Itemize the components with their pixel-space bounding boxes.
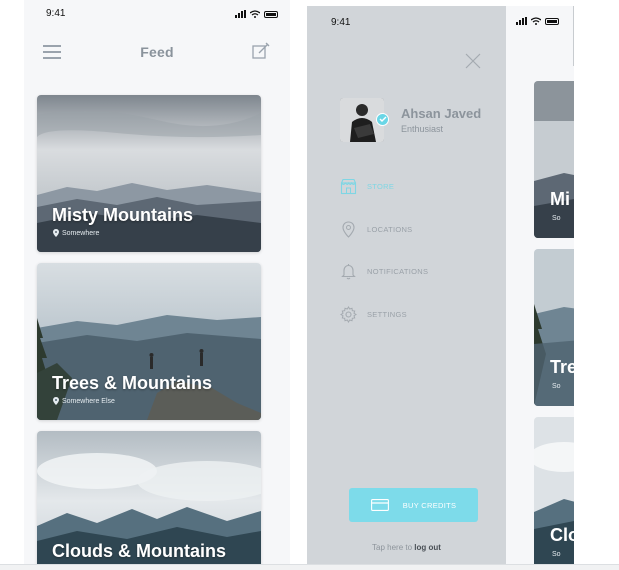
card-location-label: So (552, 215, 561, 222)
buy-credits-button[interactable]: BUY CREDITS (349, 488, 478, 522)
gear-icon (340, 306, 357, 323)
credit-card-icon (370, 499, 389, 511)
verified-badge-icon (376, 113, 389, 126)
feed-card-clouds-mountains[interactable]: Clouds & Mountains (37, 431, 261, 564)
battery-icon (264, 10, 278, 18)
card-location-label: Somewhere (62, 229, 100, 237)
feed-card-misty-mountains[interactable]: Misty Mountains Somewhere (37, 95, 261, 252)
status-time: 9:41 (46, 8, 66, 19)
menu-item-label: SETTINGS (367, 310, 407, 319)
menu-item-notifications[interactable]: NOTIFICATIONS (340, 263, 428, 280)
bottom-divider (0, 564, 619, 570)
buy-credits-label: BUY CREDITS (402, 500, 457, 510)
battery-icon (545, 17, 559, 25)
card-title: Trees & Mountains (52, 373, 213, 393)
signal-icon (235, 10, 246, 18)
card-title: Clouds & Mountains (52, 541, 226, 561)
menu-item-settings[interactable]: SETTINGS (340, 306, 407, 323)
user-name: Ahsan Javed (401, 106, 482, 121)
card-location-label: So (552, 383, 561, 390)
feed-screen: 9:41 Feed Misty Mountains Somewhere Tree… (24, 0, 290, 564)
menu-item-locations[interactable]: LOCATIONS (340, 221, 412, 238)
card-location: Somewhere Else (53, 397, 115, 405)
bell-icon (341, 264, 356, 280)
status-icons (516, 17, 559, 25)
store-icon (340, 178, 357, 195)
feed-card-trees-mountains[interactable]: Trees & Mountains Somewhere Else (37, 263, 261, 420)
page-title: Feed (140, 44, 174, 60)
card-title: Misty Mountains (52, 205, 194, 225)
screenshot-canvas: 9:41 Feed Misty Mountains Somewhere Tree… (0, 0, 619, 570)
wifi-icon (250, 10, 260, 18)
compose-icon[interactable] (252, 42, 270, 60)
close-icon[interactable] (465, 53, 481, 69)
location-pin-icon (53, 229, 59, 237)
menu-item-label: LOCATIONS (367, 225, 413, 234)
feed-header: Feed (24, 40, 290, 64)
partial-card-2[interactable]: Tre So (534, 249, 574, 406)
card-title: Tre (550, 357, 574, 377)
status-time: 9:41 (331, 17, 351, 28)
card-title: Clo (550, 525, 574, 545)
partial-card-3[interactable]: Clo So (534, 417, 574, 564)
partial-feed-screen: Mi So Tre So Clo So (506, 6, 574, 564)
logout-link[interactable]: log out (414, 543, 441, 552)
card-location-label: Somewhere Else (62, 397, 115, 405)
card-title: Mi (550, 189, 570, 209)
menu-screen: 9:41 Ahsan Javed Enthusiast STORE LOCATI… (307, 6, 506, 564)
card-location-label: So (552, 551, 561, 558)
logout-text: Tap here to log out (307, 543, 506, 552)
location-pin-icon (53, 397, 59, 405)
partial-card-1[interactable]: Mi So (534, 81, 574, 238)
divider (573, 6, 574, 66)
user-role: Enthusiast (401, 124, 444, 134)
menu-item-label: NOTIFICATIONS (367, 267, 429, 276)
wifi-icon (531, 17, 541, 25)
menu-item-label: STORE (367, 182, 395, 191)
card-location: Somewhere (53, 229, 99, 237)
status-icons (235, 10, 278, 18)
signal-icon (516, 17, 527, 25)
menu-item-store[interactable]: STORE (340, 178, 394, 195)
status-bar: 9:41 (24, 8, 290, 22)
logout-prefix: Tap here to (372, 543, 413, 552)
location-pin-icon (342, 221, 355, 238)
